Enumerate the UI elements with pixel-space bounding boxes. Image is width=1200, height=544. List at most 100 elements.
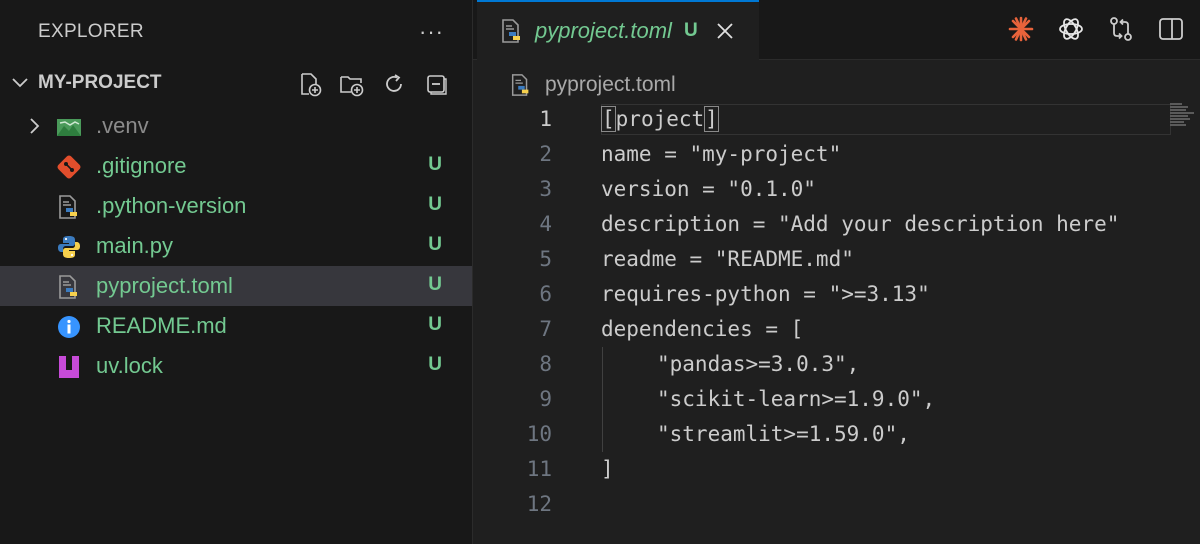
file-name: main.py: [96, 233, 174, 258]
file-name: uv.lock: [96, 353, 163, 378]
project-folder-row[interactable]: MY-PROJECT: [0, 64, 472, 102]
explorer-sidebar: EXPLORER ··· MY-PROJECT .venv .gitignore…: [0, 0, 473, 544]
code-line: 12: [474, 487, 1174, 522]
editor-tab-bar: pyproject.toml U: [473, 0, 1200, 60]
code-line: 6 requires-python = ">=3.13": [474, 277, 1174, 312]
line-number: 8: [539, 352, 552, 376]
folder-venv-icon: [56, 114, 82, 140]
line-text: [project]: [601, 106, 719, 132]
code-line: 4 description = "Add your description he…: [474, 207, 1174, 242]
git-status-badge: U: [428, 314, 442, 335]
new-file-button[interactable]: [296, 70, 324, 98]
new-folder-button[interactable]: [338, 70, 366, 98]
openai-icon: [1059, 18, 1083, 40]
line-text: "streamlit>=1.59.0",: [657, 422, 910, 446]
file-tree: .venv .gitignore U .python-version U mai…: [0, 106, 472, 386]
breadcrumb[interactable]: pyproject.toml: [509, 70, 676, 100]
file-name: pyproject.toml: [96, 273, 233, 298]
explorer-title: EXPLORER: [38, 21, 144, 42]
python-file-icon: [56, 274, 82, 300]
code-line: 11 ]: [474, 452, 1174, 487]
file-name: .venv: [96, 113, 149, 138]
code-line: 9 "scikit-learn>=1.9.0",: [474, 382, 1174, 417]
refresh-icon: [386, 74, 402, 92]
python-file-icon: [511, 74, 529, 96]
claude-icon: [1008, 16, 1034, 42]
tree-item-python-version[interactable]: .python-version U: [0, 186, 472, 226]
python-file-icon: [56, 194, 82, 220]
chevron-right-icon: [30, 118, 40, 134]
git-compare-icon: [1110, 17, 1132, 41]
line-number: 7: [539, 317, 552, 341]
line-number: 9: [539, 387, 552, 411]
code-line: 7 dependencies = [: [474, 312, 1174, 347]
tab-status-badge: U: [683, 20, 698, 41]
line-text: version = "0.1.0": [601, 177, 816, 201]
line-text: dependencies = [: [601, 317, 804, 341]
minimap[interactable]: [1170, 102, 1194, 132]
git-status-badge: U: [428, 194, 442, 215]
line-number: 11: [526, 457, 552, 481]
git-status-badge: U: [428, 274, 442, 295]
claude-button[interactable]: [1006, 14, 1036, 44]
python-file-icon: [502, 19, 520, 43]
compare-changes-button[interactable]: [1106, 14, 1136, 44]
line-number: 3: [539, 177, 552, 201]
line-number: 1: [539, 107, 552, 131]
chevron-down-icon: [12, 78, 28, 88]
code-line: 3 version = "0.1.0": [474, 172, 1174, 207]
tree-item-readme[interactable]: README.md U: [0, 306, 472, 346]
file-name: .python-version: [96, 193, 247, 218]
new-file-icon: [301, 73, 322, 97]
bracket-match: ]: [704, 106, 719, 132]
line-number: 2: [539, 142, 552, 166]
new-folder-icon: [340, 76, 364, 97]
breadcrumb-file: pyproject.toml: [545, 73, 676, 96]
code-line: 2 name = "my-project": [474, 137, 1174, 172]
file-name: .gitignore: [96, 153, 187, 178]
code-line: 1 [project]: [474, 102, 1174, 137]
openai-button[interactable]: [1056, 14, 1086, 44]
line-number: 5: [539, 247, 552, 271]
uv-lock-icon: [56, 354, 82, 380]
tree-item-uv-lock[interactable]: uv.lock U: [0, 346, 472, 386]
line-number: 4: [539, 212, 552, 236]
code-editor[interactable]: 1 [project] 2 name = "my-project" 3 vers…: [474, 102, 1200, 544]
line-text: "pandas>=3.0.3",: [657, 352, 860, 376]
tab-label: pyproject.toml: [535, 18, 672, 43]
close-icon[interactable]: [714, 20, 736, 42]
toggle-panel-button[interactable]: [1156, 14, 1186, 44]
line-text: ]: [601, 457, 614, 481]
code-line: 8 "pandas>=3.0.3",: [474, 347, 1174, 382]
git-status-badge: U: [428, 354, 442, 375]
refresh-button[interactable]: [380, 70, 408, 98]
git-status-badge: U: [428, 234, 442, 255]
collapse-all-button[interactable]: [422, 70, 450, 98]
line-text: "scikit-learn>=1.9.0",: [657, 387, 936, 411]
python-icon: [56, 234, 82, 260]
tab-pyproject-toml[interactable]: pyproject.toml U: [477, 0, 759, 60]
line-number: 12: [526, 492, 552, 516]
line-number: 10: [526, 422, 552, 446]
git-icon: [56, 154, 82, 180]
tree-item-pyproject-toml[interactable]: pyproject.toml U: [0, 266, 472, 306]
tree-item-gitignore[interactable]: .gitignore U: [0, 146, 472, 186]
file-name: README.md: [96, 313, 227, 338]
code-line: 5 readme = "README.md": [474, 242, 1174, 277]
line-text: requires-python = ">=3.13": [601, 282, 930, 306]
bracket-match: [: [601, 106, 616, 132]
line-text: name = "my-project": [601, 142, 842, 166]
tree-item-main-py[interactable]: main.py U: [0, 226, 472, 266]
more-actions-button[interactable]: ···: [419, 19, 444, 45]
line-number: 6: [539, 282, 552, 306]
line-text: readme = "README.md": [601, 247, 854, 271]
code-line: 10 "streamlit>=1.59.0",: [474, 417, 1174, 452]
project-name: MY-PROJECT: [38, 72, 162, 93]
tree-item-venv[interactable]: .venv: [0, 106, 472, 146]
git-status-badge: U: [428, 154, 442, 175]
explorer-header: EXPLORER ···: [0, 0, 472, 64]
collapse-all-icon: [427, 75, 447, 95]
split-panel-icon: [1159, 18, 1183, 40]
info-icon: [56, 314, 82, 340]
line-text: description = "Add your description here…: [601, 212, 1120, 236]
